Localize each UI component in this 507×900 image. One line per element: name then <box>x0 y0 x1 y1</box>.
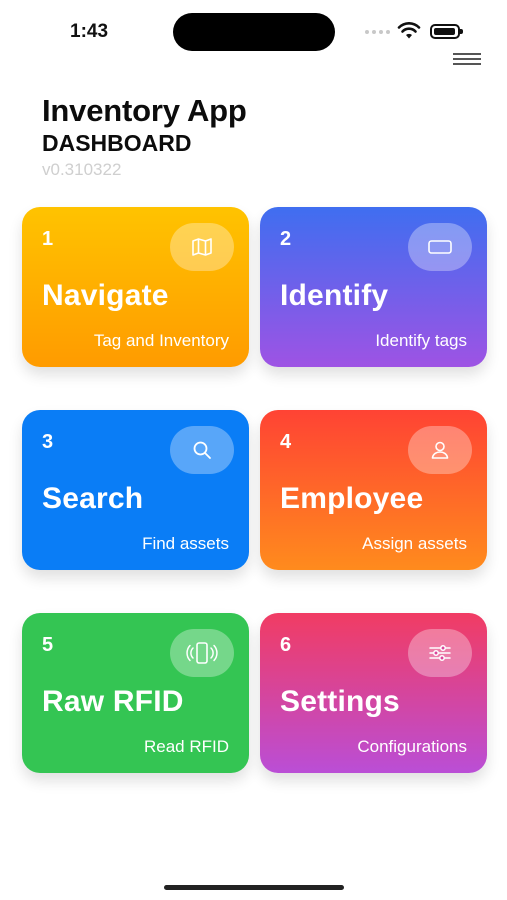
card-subtitle: Tag and Inventory <box>93 331 229 350</box>
person-icon <box>408 426 472 474</box>
employee-card[interactable]: 4 Employee Assign assets <box>260 410 487 570</box>
card-title: Identify <box>280 279 389 312</box>
card-subtitle: Identify tags <box>375 331 467 350</box>
settings-card[interactable]: 6 Settings Configurations <box>260 613 487 773</box>
card-title: Settings <box>280 685 400 718</box>
search-card[interactable]: 3 Search Find assets <box>22 410 249 570</box>
card-title: Employee <box>280 482 424 515</box>
home-indicator[interactable] <box>164 885 344 890</box>
sliders-icon <box>408 629 472 677</box>
card-number: 2 <box>280 228 292 250</box>
raw-rfid-card[interactable]: 5 Raw RFID Read RFID <box>22 613 249 773</box>
version-label: v0.310322 <box>42 160 122 179</box>
card-subtitle: Find assets <box>142 534 229 553</box>
card-title: Raw RFID <box>42 685 184 718</box>
app-title: Inventory App <box>42 93 247 128</box>
status-time: 1:43 <box>70 21 109 42</box>
dynamic-island <box>173 13 335 51</box>
card-number: 1 <box>42 228 54 250</box>
menu-button[interactable] <box>453 50 483 70</box>
cellular-signal-icon <box>365 30 390 34</box>
rfid-phone-icon <box>170 629 234 677</box>
tag-icon <box>408 223 472 271</box>
search-icon <box>170 426 234 474</box>
hamburger-icon <box>453 53 481 55</box>
page-title: DASHBOARD <box>42 130 192 156</box>
identify-card[interactable]: 2 Identify Identify tags <box>260 207 487 367</box>
card-subtitle: Read RFID <box>143 737 229 756</box>
card-number: 3 <box>42 431 54 453</box>
status-bar: 1:43 <box>0 0 507 60</box>
card-title: Search <box>42 482 144 515</box>
map-icon <box>170 223 234 271</box>
navigate-card[interactable]: 1 Navigate Tag and Inventory <box>22 207 249 367</box>
card-number: 5 <box>42 634 54 656</box>
card-number: 4 <box>280 431 292 453</box>
card-number: 6 <box>280 634 292 656</box>
wifi-icon <box>397 22 421 39</box>
card-subtitle: Assign assets <box>362 534 467 553</box>
card-subtitle: Configurations <box>357 737 467 756</box>
card-title: Navigate <box>42 279 169 312</box>
battery-icon <box>430 24 463 39</box>
